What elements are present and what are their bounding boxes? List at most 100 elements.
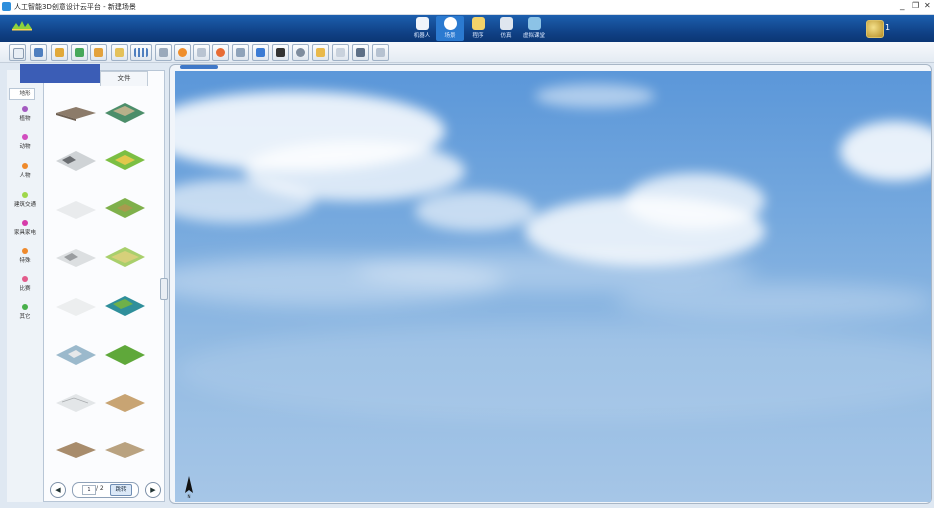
scale-button[interactable] <box>193 44 210 61</box>
import-icon <box>75 48 84 57</box>
panel-tab-file[interactable]: 文件 <box>100 71 148 86</box>
category-buildings-transport[interactable]: 建筑交通 <box>7 192 43 208</box>
grid-icon <box>134 48 148 57</box>
panel-tab-models[interactable] <box>20 64 100 83</box>
asset-thumbnail[interactable] <box>103 242 147 272</box>
note-icon <box>316 48 325 57</box>
asset-thumbnail[interactable] <box>103 193 147 223</box>
open-button[interactable] <box>51 44 68 61</box>
category-animals[interactable]: 动物 <box>7 134 43 150</box>
category-label: 家具家电 <box>13 230 36 236</box>
scale-icon <box>197 48 206 57</box>
nav-tab-label: 虚拟课堂 <box>522 33 545 39</box>
pager-prev-button[interactable]: ◀ <box>50 482 66 498</box>
compass-icon: N <box>185 476 193 499</box>
rotate-button[interactable] <box>212 44 229 61</box>
program-icon <box>471 17 485 30</box>
view-button[interactable] <box>292 44 309 61</box>
scene-icon <box>443 17 457 30</box>
asset-thumbnail[interactable] <box>54 292 98 322</box>
asset-thumbnail[interactable] <box>54 146 98 176</box>
user-avatar[interactable] <box>866 20 884 38</box>
note-button[interactable] <box>312 44 329 61</box>
category-label: 动物 <box>19 144 31 150</box>
special-category-icon <box>22 248 28 254</box>
asset-thumbnail[interactable] <box>54 195 98 225</box>
nav-tab-label: 机器人 <box>413 33 431 39</box>
app-icon <box>2 2 11 11</box>
nav-tab-label: 程序 <box>472 33 484 39</box>
save-button[interactable] <box>30 44 47 61</box>
close-button[interactable]: ✕ <box>924 1 931 10</box>
scene-viewport[interactable] <box>175 71 931 502</box>
nav-tab-virtual-classroom[interactable]: 虚拟课堂 <box>520 16 548 41</box>
nav-tab-simulation[interactable]: 仿真 <box>492 16 520 41</box>
panel-collapse-handle[interactable] <box>160 278 168 300</box>
nav-tab-scene[interactable]: 场景 <box>436 16 464 41</box>
asset-thumbnail[interactable] <box>103 145 147 175</box>
link-button[interactable] <box>232 44 249 61</box>
robot-icon <box>415 17 429 30</box>
asset-thumbnail[interactable] <box>103 98 147 128</box>
redo-button[interactable] <box>352 44 369 61</box>
link-icon <box>236 48 245 57</box>
folder-icon <box>55 48 64 57</box>
rotate-icon <box>216 48 225 57</box>
minimize-button[interactable]: _ <box>900 1 905 11</box>
category-people[interactable]: 人物 <box>7 163 43 179</box>
undo-button[interactable] <box>332 44 349 61</box>
asset-thumbnail[interactable] <box>103 291 147 321</box>
asset-thumbnail[interactable] <box>54 435 98 465</box>
category-furniture-appliances[interactable]: 家具家电 <box>7 220 43 236</box>
page-jump-button[interactable]: 跳转 <box>110 484 132 496</box>
asset-thumbnail[interactable] <box>54 388 98 418</box>
asset-thumbnail[interactable] <box>103 340 147 370</box>
category-label: 地形 <box>19 91 31 97</box>
category-special[interactable]: 特殊 <box>7 248 43 264</box>
copy-icon <box>115 48 124 57</box>
paint-button[interactable] <box>252 44 269 61</box>
save-icon <box>34 48 43 57</box>
plant-category-icon <box>22 106 28 112</box>
category-terrain[interactable]: 地形 <box>7 89 43 97</box>
restore-button[interactable]: ❐ <box>912 1 919 10</box>
category-label: 比赛 <box>19 286 31 292</box>
asset-thumbnail[interactable] <box>103 435 147 465</box>
import-button[interactable] <box>71 44 88 61</box>
virtual-classroom-icon <box>527 17 541 30</box>
category-plants[interactable]: 植物 <box>7 106 43 122</box>
category-other[interactable]: 其它 <box>7 304 43 320</box>
pager-next-button[interactable]: ▶ <box>145 482 161 498</box>
view-icon <box>296 48 305 57</box>
user-count: 1 <box>885 23 891 32</box>
move-icon <box>178 48 187 57</box>
asset-thumbnail[interactable] <box>54 243 98 273</box>
paint-icon <box>256 48 265 57</box>
export-icon <box>94 48 103 57</box>
settings-button[interactable] <box>372 44 389 61</box>
nav-tab-robot[interactable]: 机器人 <box>408 16 436 41</box>
export-button[interactable] <box>90 44 107 61</box>
asset-thumbnail[interactable] <box>54 100 98 130</box>
animal-category-icon <box>22 134 28 140</box>
simulation-icon <box>499 17 513 30</box>
asset-thumbnail[interactable] <box>54 340 98 370</box>
redo-icon <box>356 48 365 57</box>
grid-button[interactable] <box>130 44 152 61</box>
window-title: 人工智能3D创意设计云平台 - 新建场景 <box>14 3 136 11</box>
nav-tab-program[interactable]: 程序 <box>464 16 492 41</box>
new-scene-button[interactable] <box>9 44 26 61</box>
nav-tab-label: 仿真 <box>500 33 512 39</box>
layout-button[interactable] <box>155 44 172 61</box>
competition-category-icon <box>22 276 28 282</box>
viewport-tab[interactable] <box>180 65 218 69</box>
category-label: 其它 <box>19 314 31 320</box>
category-competition[interactable]: 比赛 <box>7 276 43 292</box>
copy-button[interactable] <box>111 44 128 61</box>
asset-thumbnail[interactable] <box>103 388 147 418</box>
camera-icon <box>276 48 285 57</box>
undo-icon <box>336 48 345 57</box>
camera-button[interactable] <box>272 44 289 61</box>
move-button[interactable] <box>174 44 191 61</box>
page-number-input[interactable]: 1 <box>82 485 96 495</box>
